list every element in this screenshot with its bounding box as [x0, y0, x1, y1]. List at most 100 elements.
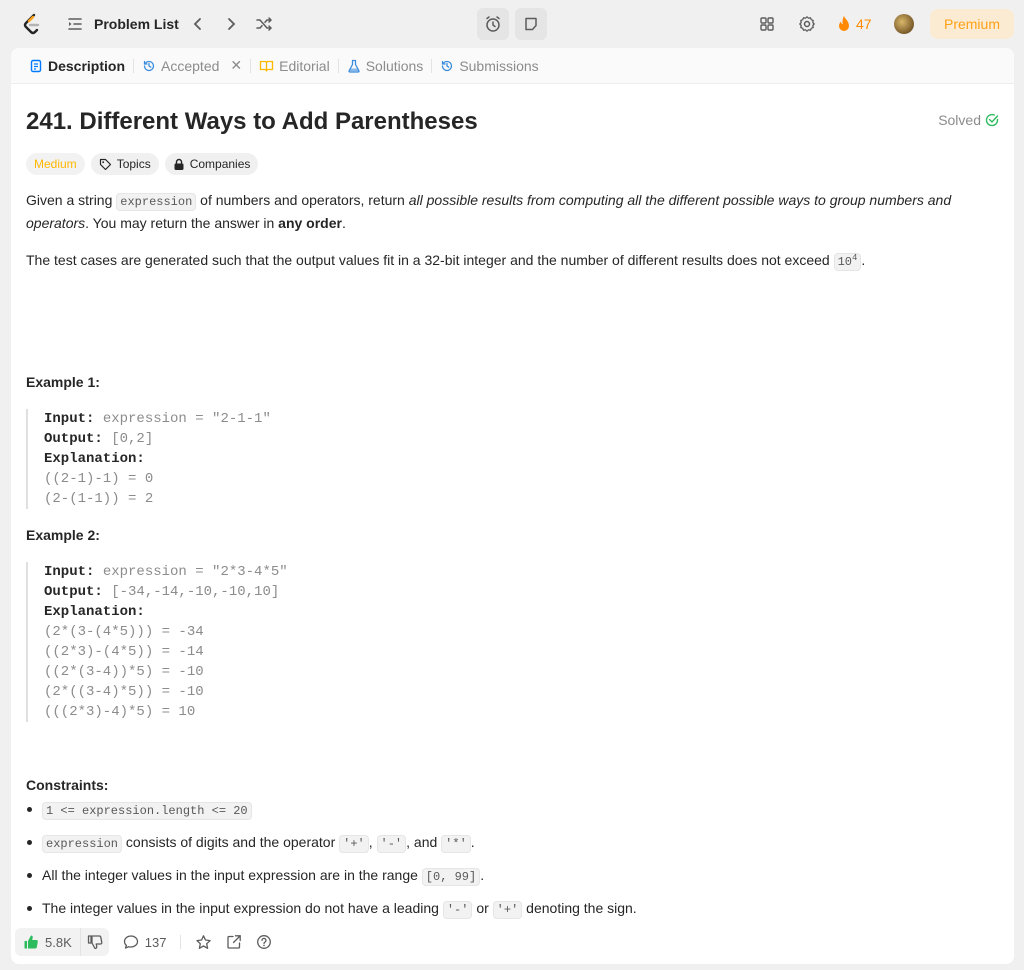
tab-submissions-label: Submissions [459, 57, 539, 74]
avatar[interactable] [894, 14, 914, 34]
text: or [472, 900, 493, 916]
example-1-heading: Example 1: [26, 374, 100, 390]
output-label: Output: [44, 431, 103, 447]
gear-icon [799, 16, 815, 32]
example-explanation: ((2-1)-1) = 0 (2-(1-1)) = 2 [44, 471, 154, 507]
lock-icon [174, 158, 184, 170]
companies-button[interactable]: Companies [164, 153, 259, 175]
inline-code: '+' [339, 835, 369, 853]
history-icon [442, 60, 453, 71]
note-icon [525, 17, 537, 31]
favorite-button[interactable] [195, 934, 212, 951]
thumbs-down-icon [87, 935, 103, 950]
comment-icon [123, 935, 138, 949]
solved-label: Solved [938, 112, 981, 128]
example-1-block: Input: expression = "2-1-1" Output: [0,2… [26, 409, 271, 509]
question-circle-icon [257, 935, 272, 949]
fire-icon [839, 16, 849, 31]
text: consists of digits and the operator [122, 834, 340, 850]
tab-divider [431, 58, 433, 73]
text: Given a string [26, 192, 117, 208]
strong-text: any order [278, 215, 342, 231]
next-problem-button[interactable] [219, 12, 243, 36]
external-link-icon [227, 935, 242, 949]
constraint-item: expression consists of digits and the op… [26, 832, 637, 865]
tab-accepted-label: Accepted [161, 57, 220, 74]
tab-description-label: Description [48, 57, 126, 74]
description-paragraph-1: Given a string expression of numbers and… [26, 190, 986, 234]
input-label: Input: [44, 564, 95, 580]
streak-count: 47 [856, 16, 872, 32]
footer-divider [180, 935, 182, 949]
grid-icon [760, 17, 774, 31]
tab-accepted[interactable]: Accepted ✕ [136, 48, 248, 84]
example-input: expression = "2-1-1" [94, 411, 271, 427]
tab-description[interactable]: Description [23, 48, 131, 84]
layout-button[interactable] [755, 12, 779, 36]
tab-submissions[interactable]: Submissions [434, 48, 544, 84]
description-paragraph-2: The test cases are generated such that t… [26, 248, 986, 273]
inline-code: 1 <= expression.length <= 20 [42, 802, 252, 820]
output-label: Output: [44, 584, 103, 600]
tab-divider [250, 58, 252, 73]
settings-button[interactable] [795, 12, 819, 36]
inline-code: expression [42, 835, 123, 853]
description-icon [30, 59, 42, 72]
help-button[interactable] [256, 934, 272, 950]
share-button[interactable] [226, 934, 242, 950]
constraints-heading: Constraints: [26, 777, 109, 793]
thumbs-up-icon [24, 935, 38, 949]
problem-list-button[interactable]: Problem List [66, 12, 179, 36]
tab-editorial[interactable]: Editorial [253, 48, 336, 84]
tab-editorial-label: Editorial [279, 57, 330, 74]
premium-button[interactable]: Premium [930, 9, 1014, 39]
inline-code: expression [116, 193, 197, 211]
topics-button[interactable]: Topics [90, 153, 159, 175]
close-icon[interactable]: ✕ [230, 57, 242, 74]
example-explanation: (2*(3-(4*5))) = -34 ((2*3)-(4*5)) = -14 … [44, 624, 204, 720]
text: . [480, 867, 485, 883]
panel-tabs: Description Accepted ✕ Editorial Solutio… [11, 48, 1014, 84]
text: . You may return the answer in [85, 215, 279, 231]
example-output: [-34,-14,-10,-10,10] [102, 584, 280, 600]
tab-solutions[interactable]: Solutions [341, 48, 430, 84]
chevron-right-icon [228, 18, 236, 30]
text: The integer values in the input expressi… [42, 900, 443, 916]
text: of numbers and operators, return [196, 192, 409, 208]
inline-code: '-' [442, 901, 473, 919]
dislike-button[interactable] [79, 928, 109, 956]
check-circle-icon [985, 113, 999, 127]
flask-icon [348, 59, 360, 73]
leetcode-logo[interactable] [20, 12, 44, 36]
panel-footer: 5.8K 137 [11, 920, 1014, 964]
text: . [861, 252, 866, 268]
input-label: Input: [44, 411, 95, 427]
companies-label: Companies [189, 157, 251, 171]
text: , [368, 834, 377, 850]
comment-count: 137 [144, 934, 167, 950]
inline-code: [0, 99] [421, 868, 481, 886]
description-panel: Description Accepted ✕ Editorial Solutio… [11, 48, 1014, 964]
text: . [470, 834, 475, 850]
like-button[interactable]: 5.8K [15, 934, 80, 950]
tab-divider [337, 58, 339, 73]
example-2-heading: Example 2: [26, 527, 100, 543]
prev-problem-button[interactable] [186, 12, 210, 36]
chevron-left-icon [193, 18, 201, 30]
random-problem-button[interactable] [252, 12, 276, 36]
explanation-label: Explanation: [44, 451, 145, 467]
power-exponent: 4 [851, 253, 858, 263]
history-icon [143, 60, 155, 71]
problem-title[interactable]: 241. Different Ways to Add Parentheses [26, 108, 478, 136]
example-input: expression = "2*3-4*5" [94, 564, 288, 580]
tag-row: Medium Topics Companies [26, 153, 259, 175]
text: denoting the sign. [522, 900, 637, 916]
like-count: 5.8K [45, 934, 72, 950]
notes-button[interactable] [515, 8, 547, 40]
comments-button[interactable]: 137 [123, 934, 167, 950]
timer-button[interactable] [477, 8, 509, 40]
shuffle-icon [256, 17, 273, 31]
example-2-block: Input: expression = "2*3-4*5" Output: [-… [26, 562, 288, 722]
streak-counter[interactable]: 47 [836, 12, 872, 36]
vote-group: 5.8K [15, 928, 109, 956]
